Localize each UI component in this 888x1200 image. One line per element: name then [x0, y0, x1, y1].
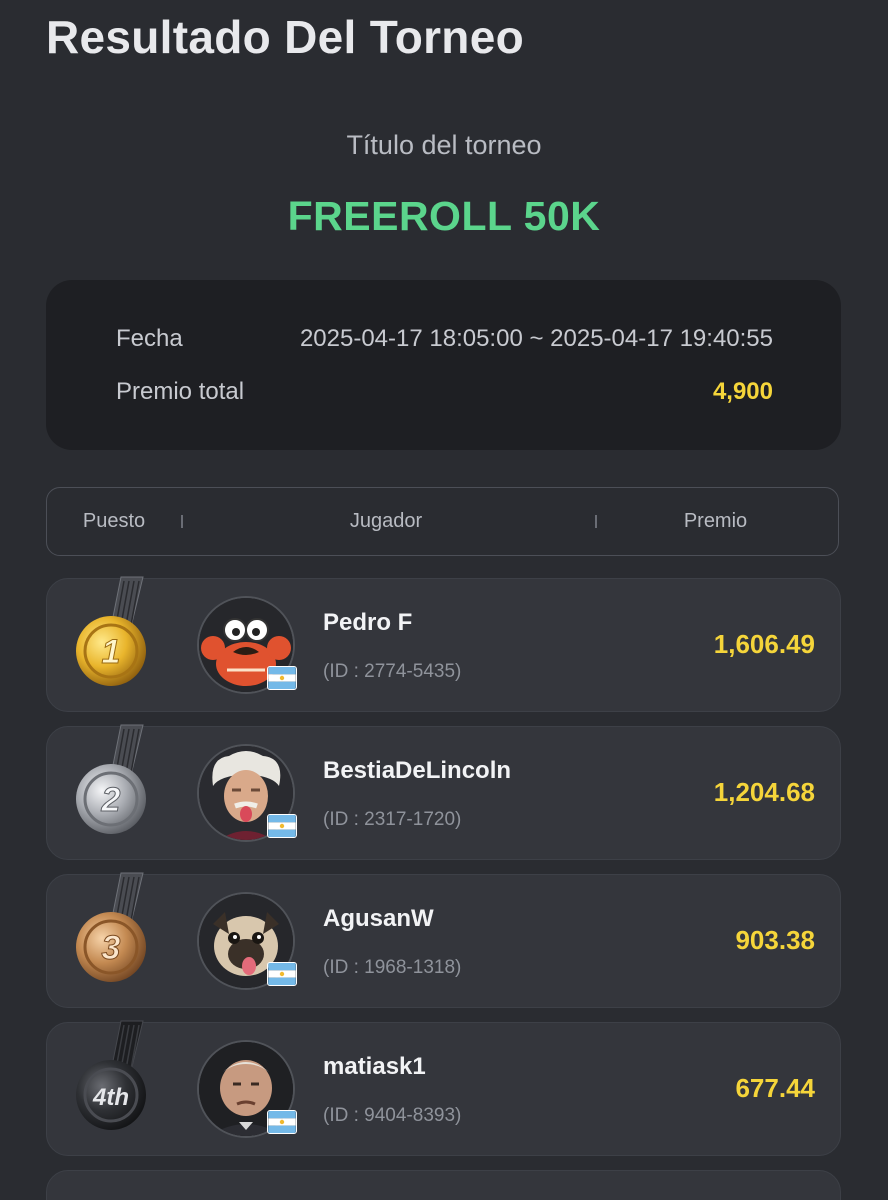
player-prize: 1,204.68 — [713, 777, 815, 807]
total-prize-label: Premio total — [116, 378, 245, 405]
column-header-prize: Premio — [683, 510, 748, 532]
medal-number: 1 — [102, 633, 121, 671]
player-name: AgusanW — [323, 905, 434, 932]
gold-medal-icon: 1 — [76, 576, 146, 686]
result-row[interactable]: 4th matiask1 (ID : 9404-8393) 677.44 — [46, 1020, 841, 1156]
argentina-flag-icon — [267, 962, 297, 986]
result-row[interactable]: 1 Pedro F (ID : 2774-5435) 1,606.49 — [46, 576, 841, 712]
tournament-result-page: Resultado Del Torneo Título del torneo F… — [0, 0, 888, 1200]
results-table-header: Puesto Jugador Premio — [46, 487, 839, 556]
player-id: (ID : 9404-8393) — [323, 1105, 462, 1126]
player-prize: 1,606.49 — [713, 629, 815, 659]
medal-number: 4th — [92, 1084, 129, 1111]
date-label: Fecha — [116, 325, 183, 352]
player-id: (ID : 2774-5435) — [323, 661, 462, 682]
black-medal-icon: 4th — [76, 1020, 146, 1130]
argentina-flag-icon — [267, 1110, 297, 1134]
total-prize-value: 4,900 — [712, 378, 773, 405]
tournament-name: FREEROLL 50K — [287, 193, 601, 239]
result-row[interactable]: 3 AgusanW (ID : 1968-1318) 903.38 — [46, 872, 841, 1008]
player-id: (ID : 2317-1720) — [323, 809, 462, 830]
result-row[interactable]: 2 BestiaDeLincoln (ID : 2317-1720) 1,204… — [46, 724, 841, 860]
date-value: 2025-04-17 18:05:00 ~ 2025-04-17 19:40:5… — [299, 325, 773, 352]
tournament-title-label: Título del torneo — [346, 130, 542, 160]
column-header-player: Jugador — [349, 510, 423, 532]
tournament-info-card: Fecha 2025-04-17 18:05:00 ~ 2025-04-17 1… — [46, 280, 841, 450]
argentina-flag-icon — [267, 814, 297, 838]
page-title: Resultado Del Torneo — [46, 11, 524, 63]
player-id: (ID : 1968-1318) — [323, 957, 462, 978]
date-row: Fecha 2025-04-17 18:05:00 ~ 2025-04-17 1… — [116, 322, 773, 356]
medal-number: 2 — [101, 781, 121, 819]
player-prize: 903.38 — [735, 925, 815, 955]
silver-medal-icon: 2 — [76, 724, 146, 834]
player-name: BestiaDeLincoln — [323, 757, 512, 784]
column-header-position: Puesto — [82, 510, 146, 532]
player-name: matiask1 — [323, 1053, 426, 1080]
argentina-flag-icon — [267, 666, 297, 690]
total-prize-row: Premio total 4,900 — [116, 375, 773, 409]
medal-number: 3 — [102, 929, 121, 967]
bronze-medal-icon: 3 — [76, 872, 146, 982]
result-row-partial[interactable] — [46, 1170, 841, 1200]
player-prize: 677.44 — [735, 1073, 815, 1103]
player-name: Pedro F — [323, 609, 413, 636]
